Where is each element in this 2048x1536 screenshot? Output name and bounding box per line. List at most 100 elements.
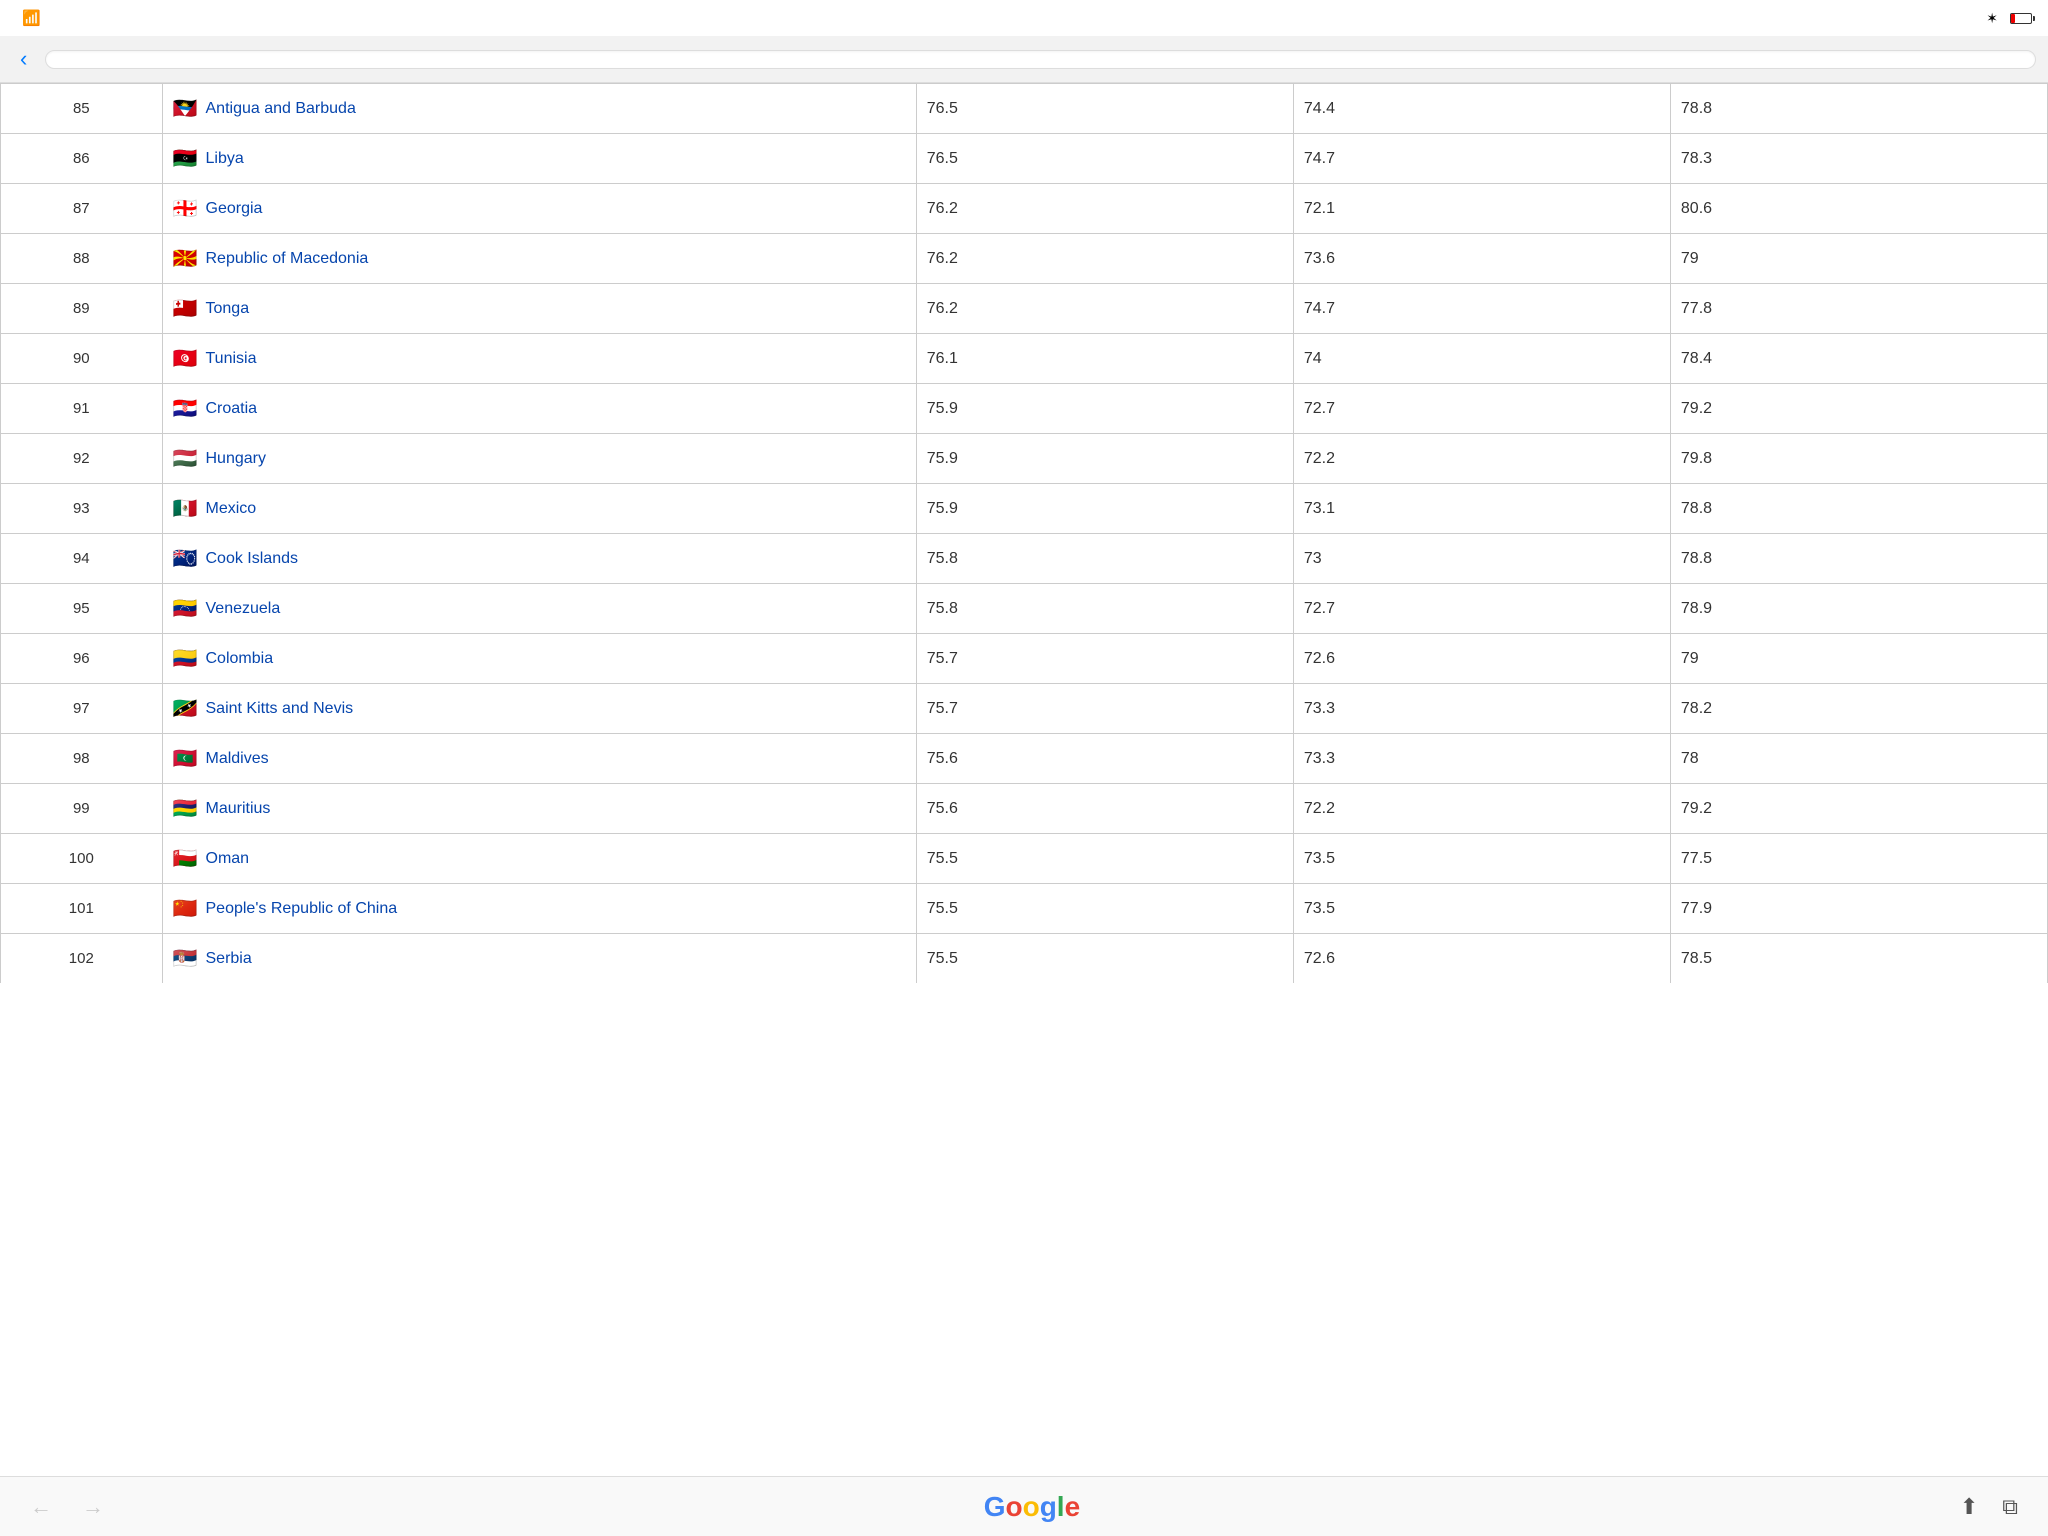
country-name[interactable]: Venezuela bbox=[206, 600, 281, 618]
male-expectancy: 73.6 bbox=[1293, 234, 1670, 284]
female-expectancy: 79 bbox=[1670, 634, 2047, 684]
back-button[interactable]: ← bbox=[30, 1494, 52, 1520]
overall-expectancy: 75.7 bbox=[916, 684, 1293, 734]
country-name[interactable]: Oman bbox=[206, 850, 250, 868]
country-name[interactable]: Cook Islands bbox=[206, 550, 299, 568]
country-content: 🇨🇴 Colombia bbox=[173, 646, 906, 671]
rank-cell: 102 bbox=[1, 934, 163, 984]
country-flag: 🇻🇪 bbox=[173, 596, 198, 621]
country-cell: 🇰🇳 Saint Kitts and Nevis bbox=[162, 684, 916, 734]
rank-cell: 85 bbox=[1, 84, 163, 134]
country-content: 🇲🇰 Republic of Macedonia bbox=[173, 246, 906, 271]
country-name[interactable]: Republic of Macedonia bbox=[206, 250, 369, 268]
male-expectancy: 73.3 bbox=[1293, 684, 1670, 734]
country-name[interactable]: Colombia bbox=[206, 650, 274, 668]
country-name[interactable]: Croatia bbox=[206, 400, 258, 418]
overall-expectancy: 75.5 bbox=[916, 884, 1293, 934]
country-cell: 🇷🇸 Serbia bbox=[162, 934, 916, 984]
country-content: 🇬🇪 Georgia bbox=[173, 196, 906, 221]
country-flag: 🇱🇾 bbox=[173, 146, 198, 171]
country-name[interactable]: Mexico bbox=[206, 500, 257, 518]
country-cell: 🇨🇴 Colombia bbox=[162, 634, 916, 684]
google-logo: Google bbox=[984, 1491, 1080, 1523]
female-expectancy: 78.8 bbox=[1670, 534, 2047, 584]
male-expectancy: 72.6 bbox=[1293, 634, 1670, 684]
country-name[interactable]: Libya bbox=[206, 150, 244, 168]
country-name[interactable]: Tunisia bbox=[206, 350, 257, 368]
country-flag: 🇹🇳 bbox=[173, 346, 198, 371]
rank-cell: 88 bbox=[1, 234, 163, 284]
overall-expectancy: 75.6 bbox=[916, 734, 1293, 784]
female-expectancy: 77.8 bbox=[1670, 284, 2047, 334]
country-flag: 🇷🇸 bbox=[173, 946, 198, 971]
country-content: 🇭🇺 Hungary bbox=[173, 446, 906, 471]
male-expectancy: 72.6 bbox=[1293, 934, 1670, 984]
country-flag: 🇨🇳 bbox=[173, 896, 198, 921]
rank-cell: 96 bbox=[1, 634, 163, 684]
overall-expectancy: 75.9 bbox=[916, 384, 1293, 434]
country-content: 🇷🇸 Serbia bbox=[173, 946, 906, 971]
forward-button[interactable]: → bbox=[82, 1494, 104, 1520]
country-name[interactable]: Georgia bbox=[206, 200, 263, 218]
country-name[interactable]: Maldives bbox=[206, 750, 269, 768]
country-flag: 🇭🇺 bbox=[173, 446, 198, 471]
country-flag: 🇰🇳 bbox=[173, 696, 198, 721]
male-expectancy: 73.3 bbox=[1293, 734, 1670, 784]
country-flag: 🇦🇬 bbox=[173, 96, 198, 121]
browser-bar: ‹ bbox=[0, 36, 2048, 83]
overall-expectancy: 75.8 bbox=[916, 534, 1293, 584]
rank-cell: 97 bbox=[1, 684, 163, 734]
country-cell: 🇬🇪 Georgia bbox=[162, 184, 916, 234]
male-expectancy: 73 bbox=[1293, 534, 1670, 584]
male-expectancy: 74 bbox=[1293, 334, 1670, 384]
country-name[interactable]: Mauritius bbox=[206, 800, 271, 818]
country-content: 🇲🇽 Mexico bbox=[173, 496, 906, 521]
overall-expectancy: 76.5 bbox=[916, 84, 1293, 134]
bottom-right-icons: ⬆ ⧉ bbox=[1960, 1494, 2018, 1520]
country-content: 🇰🇳 Saint Kitts and Nevis bbox=[173, 696, 906, 721]
overall-expectancy: 76.2 bbox=[916, 234, 1293, 284]
country-name[interactable]: People's Republic of China bbox=[206, 900, 398, 918]
country-flag: 🇲🇽 bbox=[173, 496, 198, 521]
overall-expectancy: 75.5 bbox=[916, 934, 1293, 984]
country-content: 🇨🇰 Cook Islands bbox=[173, 546, 906, 571]
overall-expectancy: 76.2 bbox=[916, 184, 1293, 234]
bluetooth-icon: ✶ bbox=[1986, 10, 1998, 27]
overall-expectancy: 76.2 bbox=[916, 284, 1293, 334]
female-expectancy: 78.3 bbox=[1670, 134, 2047, 184]
male-expectancy: 74.4 bbox=[1293, 84, 1670, 134]
male-expectancy: 72.2 bbox=[1293, 784, 1670, 834]
browser-back-button[interactable]: ‹ bbox=[12, 44, 35, 74]
country-cell: 🇻🇪 Venezuela bbox=[162, 584, 916, 634]
status-right: ✶ bbox=[1986, 10, 2032, 27]
country-cell: 🇭🇷 Croatia bbox=[162, 384, 916, 434]
country-flag: 🇴🇲 bbox=[173, 846, 198, 871]
country-content: 🇱🇾 Libya bbox=[173, 146, 906, 171]
rank-cell: 89 bbox=[1, 284, 163, 334]
male-expectancy: 74.7 bbox=[1293, 284, 1670, 334]
country-name[interactable]: Tonga bbox=[206, 300, 250, 318]
overall-expectancy: 75.6 bbox=[916, 784, 1293, 834]
rank-cell: 90 bbox=[1, 334, 163, 384]
country-name[interactable]: Saint Kitts and Nevis bbox=[206, 700, 354, 718]
country-content: 🇲🇺 Mauritius bbox=[173, 796, 906, 821]
country-content: 🇦🇬 Antigua and Barbuda bbox=[173, 96, 906, 121]
country-name[interactable]: Serbia bbox=[206, 950, 252, 968]
country-content: 🇲🇻 Maldives bbox=[173, 746, 906, 771]
male-expectancy: 73.1 bbox=[1293, 484, 1670, 534]
female-expectancy: 78.4 bbox=[1670, 334, 2047, 384]
female-expectancy: 79.2 bbox=[1670, 784, 2047, 834]
status-bar: 📶 ✶ bbox=[0, 0, 2048, 36]
female-expectancy: 78.9 bbox=[1670, 584, 2047, 634]
country-content: 🇨🇳 People's Republic of China bbox=[173, 896, 906, 921]
tabs-icon[interactable]: ⧉ bbox=[2002, 1494, 2018, 1520]
country-cell: 🇦🇬 Antigua and Barbuda bbox=[162, 84, 916, 134]
url-bar[interactable] bbox=[45, 50, 2036, 69]
overall-expectancy: 76.5 bbox=[916, 134, 1293, 184]
male-expectancy: 72.7 bbox=[1293, 384, 1670, 434]
country-cell: 🇨🇰 Cook Islands bbox=[162, 534, 916, 584]
country-cell: 🇹🇳 Tunisia bbox=[162, 334, 916, 384]
country-name[interactable]: Antigua and Barbuda bbox=[206, 100, 356, 118]
country-name[interactable]: Hungary bbox=[206, 450, 266, 468]
share-icon[interactable]: ⬆ bbox=[1960, 1494, 1978, 1520]
